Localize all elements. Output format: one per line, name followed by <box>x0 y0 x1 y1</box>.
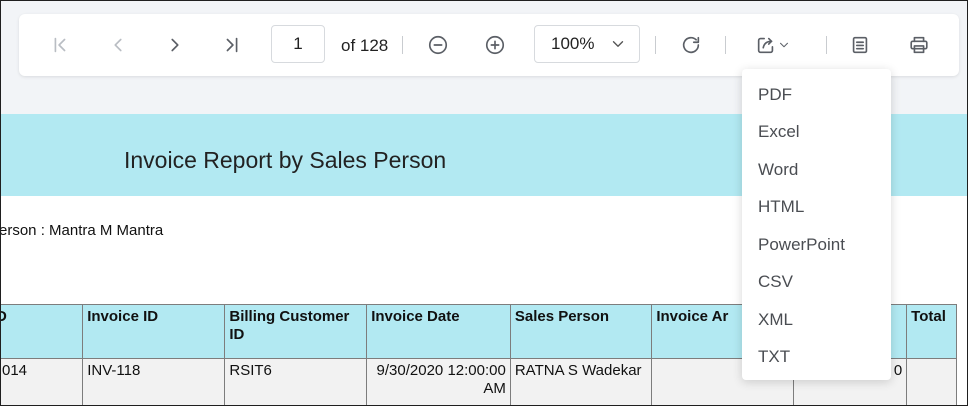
export-menu-item-xml[interactable]: XML <box>758 310 793 330</box>
export-menu-item-excel[interactable]: Excel <box>758 122 800 142</box>
page-total-label: of 128 <box>341 36 389 55</box>
report-viewer: of 128 100% <box>0 0 968 406</box>
export-menu: PDF Excel Word HTML PowerPoint CSV XML T… <box>742 69 891 380</box>
parameters-icon[interactable] <box>845 30 875 60</box>
chevron-down-icon <box>609 35 627 58</box>
export-menu-item-pdf[interactable]: PDF <box>758 85 792 105</box>
zoom-out-icon[interactable] <box>423 30 453 60</box>
export-icon <box>757 37 774 54</box>
table-cell: RATNA S Wadekar <box>509 358 653 405</box>
viewer-toolbar: of 128 100% <box>19 14 959 76</box>
column-header: D <box>1 304 84 359</box>
export-menu-item-txt[interactable]: TXT <box>758 347 790 367</box>
table-cell: RSIT6 <box>224 358 368 405</box>
toolbar-divider <box>826 36 827 54</box>
last-page-icon[interactable] <box>217 30 247 60</box>
column-header: Invoice Date <box>366 304 511 359</box>
column-header: Billing Customer ID <box>224 304 368 359</box>
export-menu-item-powerpoint[interactable]: PowerPoint <box>758 235 845 255</box>
zoom-select[interactable]: 100% <box>534 25 640 63</box>
print-icon[interactable] <box>904 30 934 60</box>
prev-page-icon[interactable] <box>103 30 133 60</box>
toolbar-divider <box>402 36 403 54</box>
zoom-in-icon[interactable] <box>480 30 510 60</box>
next-page-icon[interactable] <box>160 30 190 60</box>
table-cell: INV-118 <box>82 358 226 405</box>
export-menu-item-csv[interactable]: CSV <box>758 272 793 292</box>
page-number-input[interactable] <box>271 25 325 63</box>
table-cell: 9/30/2020 12:00:00 AM <box>366 358 511 405</box>
first-page-icon[interactable] <box>45 30 75 60</box>
sales-person-label: erson : Mantra M Mantra <box>0 222 164 239</box>
report-title: Invoice Report by Sales Person <box>124 147 447 173</box>
export-button[interactable] <box>750 30 796 60</box>
column-header: Total <box>906 304 957 359</box>
refresh-icon[interactable] <box>676 30 706 60</box>
table-cell: 014 <box>1 358 84 405</box>
export-menu-item-word[interactable]: Word <box>758 160 798 180</box>
zoom-value: 100% <box>551 34 595 53</box>
column-header: Sales Person <box>509 304 653 359</box>
toolbar-divider <box>725 36 726 54</box>
chevron-down-icon <box>779 42 789 48</box>
column-header: Invoice ID <box>82 304 226 359</box>
toolbar-divider <box>655 36 656 54</box>
table-cell <box>906 358 957 405</box>
export-menu-item-html[interactable]: HTML <box>758 197 804 217</box>
